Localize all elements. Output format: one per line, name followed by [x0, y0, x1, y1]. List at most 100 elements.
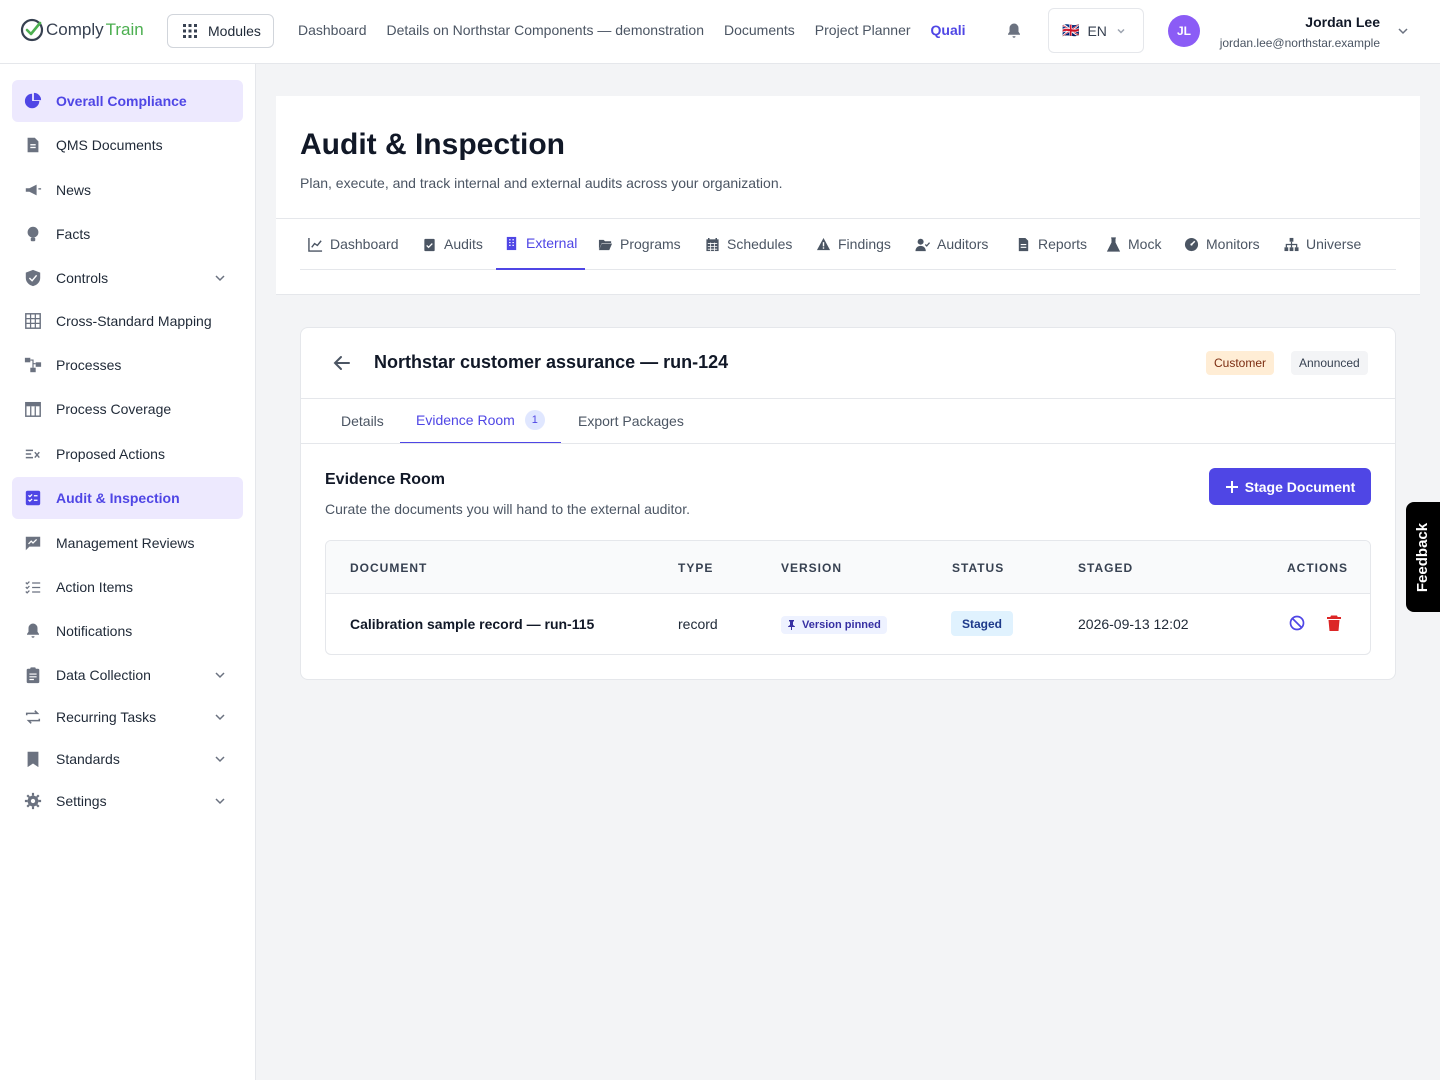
sidebar-item-label: Proposed Actions — [56, 446, 165, 462]
chart-review-icon — [25, 536, 41, 551]
status-badge: Staged — [951, 611, 1014, 636]
logo-text-comply: Comply — [46, 20, 104, 39]
tab-label: Findings — [838, 236, 891, 252]
column-header-document[interactable]: DOCUMENT — [350, 561, 427, 575]
list-check-icon — [25, 581, 41, 594]
subtab-evidence-room[interactable]: Evidence Room 1 — [400, 398, 561, 444]
line-chart-icon — [308, 237, 323, 252]
sidebar-item-label: Processes — [56, 357, 122, 373]
evidence-count-badge: 1 — [524, 410, 545, 430]
tab-universe[interactable]: Universe — [1284, 218, 1361, 270]
sidebar-item-settings[interactable]: Settings — [12, 780, 243, 822]
folder-open-icon — [598, 239, 613, 250]
sidebar-item-cross-standard-mapping[interactable]: Cross-Standard Mapping — [12, 300, 243, 342]
tab-label: Dashboard — [330, 236, 399, 252]
checklist-icon — [25, 490, 41, 506]
back-arrow-icon[interactable] — [331, 352, 353, 374]
sidebar-item-label: Overall Compliance — [56, 93, 187, 109]
sidebar-item-recurring-tasks[interactable]: Recurring Tasks — [12, 696, 243, 738]
tab-label: Auditors — [937, 236, 989, 252]
sidebar-item-qms-documents[interactable]: QMS Documents — [12, 124, 243, 166]
tab-label: Schedules — [727, 236, 793, 252]
subtab-details[interactable]: Details — [341, 398, 384, 444]
version-label: Version pinned — [802, 619, 881, 631]
topnav-quali[interactable]: Quali — [931, 22, 966, 38]
sidebar-item-standards[interactable]: Standards — [12, 738, 243, 780]
flow-icon — [24, 357, 42, 373]
feedback-label: Feedback — [1414, 522, 1432, 592]
column-header-status[interactable]: STATUS — [952, 561, 1004, 575]
table-header: DOCUMENT TYPE VERSION STATUS STAGED ACTI… — [326, 541, 1370, 594]
type-badge: Customer — [1206, 351, 1275, 375]
app-logo[interactable]: Comply Train — [20, 18, 144, 42]
tab-label: Universe — [1306, 236, 1362, 252]
sidebar-item-data-collection[interactable]: Data Collection — [12, 654, 243, 696]
pin-icon — [788, 620, 795, 630]
tab-auditors[interactable]: Auditors — [915, 218, 988, 270]
trash-icon[interactable] — [1325, 614, 1343, 632]
tab-label: Mock — [1128, 236, 1162, 252]
modules-button[interactable]: Modules — [167, 14, 274, 48]
sidebar-item-notifications[interactable]: Notifications — [12, 610, 243, 652]
feedback-tab[interactable]: Feedback — [1406, 502, 1440, 612]
evidence-table: DOCUMENT TYPE VERSION STATUS STAGED ACTI… — [325, 540, 1371, 655]
sidebar-item-processes[interactable]: Processes — [12, 344, 243, 386]
tab-reports[interactable]: Reports — [1016, 218, 1087, 270]
subtab-export-packages[interactable]: Export Packages — [578, 398, 684, 444]
tab-external[interactable]: External — [496, 218, 586, 270]
avatar[interactable]: JL — [1168, 15, 1200, 47]
topnav-dashboard[interactable]: Dashboard — [298, 22, 367, 38]
grid-icon — [25, 313, 41, 329]
subtab-label: Details — [341, 413, 384, 429]
tab-schedules[interactable]: Schedules — [705, 218, 792, 270]
sidebar-item-proposed-actions[interactable]: Proposed Actions — [12, 433, 243, 475]
chevron-down-icon — [215, 798, 225, 805]
sidebar-item-process-coverage[interactable]: Process Coverage — [12, 388, 243, 430]
clipboard-icon — [26, 667, 40, 684]
tab-findings[interactable]: Findings — [816, 218, 891, 270]
tab-programs[interactable]: Programs — [598, 218, 681, 270]
topnav-project-planner[interactable]: Project Planner — [815, 22, 911, 38]
unstage-icon[interactable] — [1288, 614, 1306, 632]
sidebar-item-facts[interactable]: Facts — [12, 213, 243, 255]
sidebar-item-label: QMS Documents — [56, 137, 163, 153]
section-title: Evidence Room — [325, 471, 446, 488]
stage-document-button[interactable]: Stage Document — [1209, 468, 1371, 505]
language-select[interactable]: 🇬🇧 EN — [1048, 8, 1144, 53]
topnav-documents[interactable]: Documents — [724, 22, 795, 38]
sidebar-item-label: Recurring Tasks — [56, 709, 157, 725]
audit-detail-card: Northstar customer assurance — run-124 C… — [300, 327, 1396, 680]
sidebar-item-label: Standards — [56, 751, 120, 767]
subtab-label: Evidence Room — [416, 412, 515, 428]
bell-icon[interactable] — [1005, 22, 1023, 40]
tab-audits[interactable]: Audits — [422, 218, 483, 270]
column-header-version[interactable]: VERSION — [781, 561, 842, 575]
tab-label: Reports — [1038, 236, 1088, 252]
cell-document[interactable]: Calibration sample record — run-115 — [350, 616, 594, 632]
sidebar-item-label: Controls — [56, 270, 109, 286]
sidebar-item-label: Settings — [56, 793, 107, 809]
user-menu-chevron-icon[interactable] — [1396, 24, 1410, 38]
bookmark-icon — [27, 751, 39, 768]
sidebar-item-action-items[interactable]: Action Items — [12, 566, 243, 608]
tab-mock[interactable]: Mock — [1106, 218, 1161, 270]
column-header-staged[interactable]: STAGED — [1078, 561, 1133, 575]
tab-monitors[interactable]: Monitors — [1184, 218, 1260, 270]
sidebar-item-controls[interactable]: Controls — [12, 257, 243, 299]
table-row[interactable]: Calibration sample record — run-115 reco… — [326, 594, 1370, 654]
sidebar-item-overall-compliance[interactable]: Overall Compliance — [12, 80, 243, 122]
sidebar-item-label: Data Collection — [56, 667, 151, 683]
top-nav: Dashboard Details on Northstar Component… — [298, 22, 966, 38]
logo-check-icon — [20, 18, 44, 42]
sidebar-item-management-reviews[interactable]: Management Reviews — [12, 522, 243, 564]
column-header-type[interactable]: TYPE — [678, 561, 713, 575]
user-email: jordan.lee@northstar.example — [1219, 36, 1380, 50]
topnav-details[interactable]: Details on Northstar Components — demons… — [387, 22, 704, 38]
cell-staged: 2026-09-13 12:02 — [1078, 616, 1189, 632]
cell-type: record — [678, 616, 718, 632]
button-label: Stage Document — [1244, 478, 1356, 495]
sidebar-item-audit-inspection[interactable]: Audit & Inspection — [12, 477, 243, 519]
sidebar-item-news[interactable]: News — [12, 169, 243, 211]
tab-dashboard[interactable]: Dashboard — [308, 218, 399, 270]
module-tabs: Dashboard Audits External Programs Sched… — [300, 218, 1396, 270]
